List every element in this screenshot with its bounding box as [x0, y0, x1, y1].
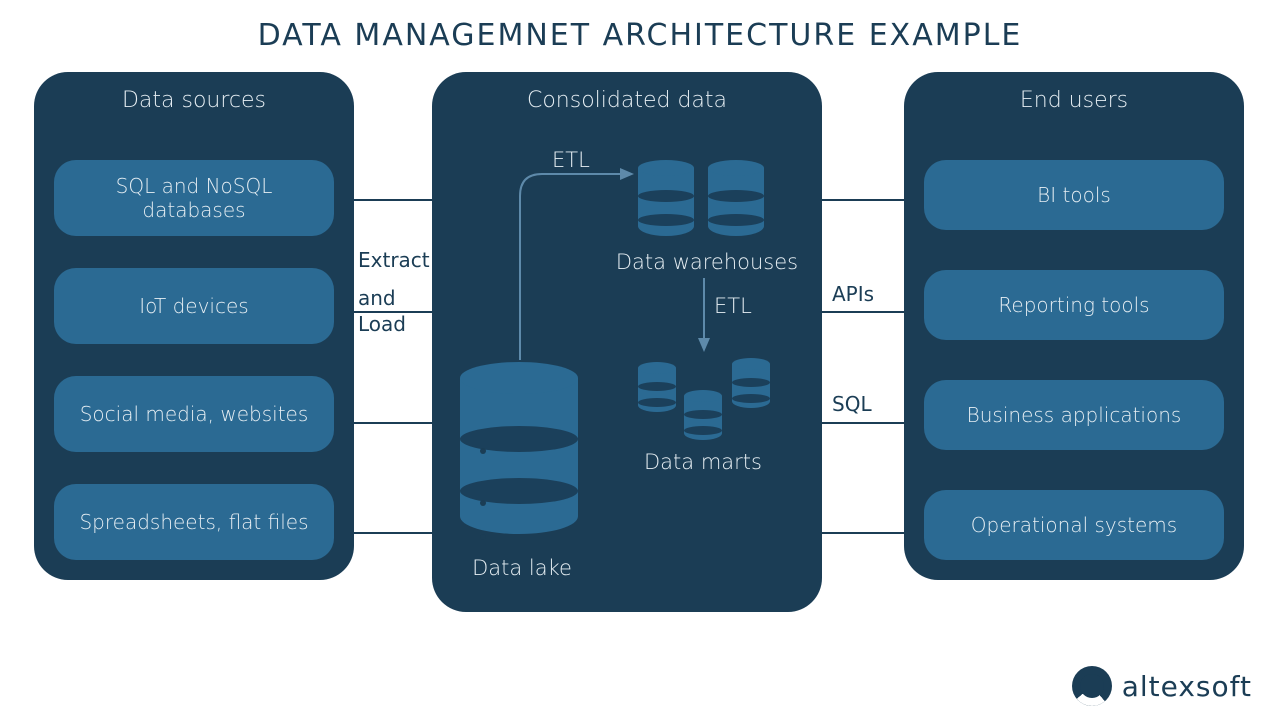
altexsoft-logo-icon	[1072, 666, 1112, 706]
brand-footer: altexsoft	[1072, 666, 1252, 706]
connector-label-sql: SQL	[832, 392, 872, 416]
source-item: Spreadsheets, flat files	[54, 484, 334, 560]
panel-header: Data sources	[34, 72, 354, 113]
source-item: SQL and NoSQL databases	[54, 160, 334, 236]
marts-label: Data marts	[628, 450, 778, 474]
source-item: Social media, websites	[54, 376, 334, 452]
etl-arrow-icon	[694, 278, 714, 354]
etl-label: ETL	[714, 294, 752, 318]
panel-end-users: End users BI tools Reporting tools Busin…	[904, 72, 1244, 580]
enduser-item: Reporting tools	[924, 270, 1224, 340]
database-icon	[638, 362, 676, 418]
connector-label-apis: APIs	[832, 282, 874, 306]
etl-label: ETL	[552, 148, 590, 172]
enduser-item: Business applications	[924, 380, 1224, 450]
enduser-item: Operational systems	[924, 490, 1224, 560]
panel-header: End users	[904, 72, 1244, 113]
source-item: IoT devices	[54, 268, 334, 344]
connector-label-and: and	[358, 286, 396, 310]
connector-label-load: Load	[358, 312, 406, 336]
etl-arrow-icon	[512, 166, 642, 366]
database-icon	[708, 160, 764, 244]
database-icon	[732, 358, 770, 414]
database-icon	[638, 160, 694, 244]
panel-data-sources: Data sources SQL and NoSQL databases IoT…	[34, 72, 354, 580]
brand-name: altexsoft	[1122, 670, 1252, 703]
connector-label-extract: Extract	[358, 248, 430, 272]
diagram-title: DATA MANAGEMNET ARCHITECTURE EXAMPLE	[0, 18, 1280, 53]
database-icon	[460, 362, 578, 550]
datalake-label: Data lake	[462, 556, 582, 580]
panel-consolidated-data: Consolidated data Data lake	[432, 72, 822, 612]
enduser-item: BI tools	[924, 160, 1224, 230]
database-icon	[684, 390, 722, 446]
panel-header: Consolidated data	[432, 72, 822, 113]
